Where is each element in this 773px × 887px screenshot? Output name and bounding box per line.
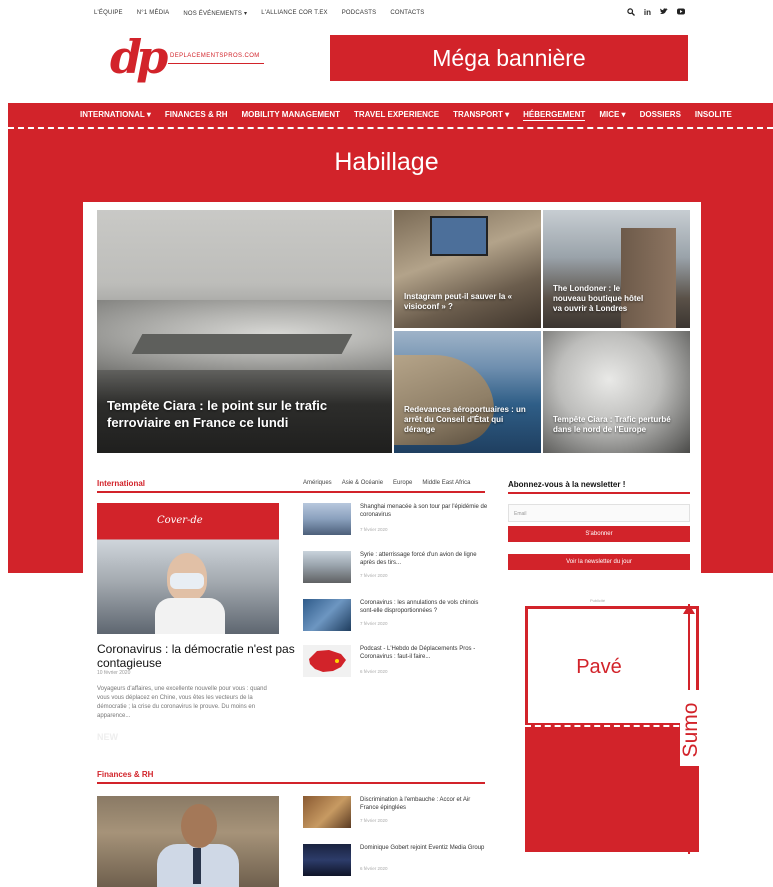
filter-middle-east-africa[interactable]: Middle East Africa	[422, 480, 470, 486]
mega-banner-label: Méga bannière	[432, 44, 586, 71]
nurse-coat-image	[155, 598, 225, 634]
list-item[interactable]: Coronavirus : les annulations de vols ch…	[303, 599, 488, 631]
hero-londoner-title: The Londoner : le nouveau boutique hôtel…	[553, 284, 644, 313]
menu-item-finances[interactable]: Finances & RH	[165, 110, 228, 121]
menu-item-hebergement[interactable]: Hébergement	[523, 110, 586, 121]
menu-item-mobility[interactable]: Mobility Management	[242, 110, 341, 121]
hero-redevances-title: Redevances aéroportuaires : un arrêt du …	[404, 405, 526, 434]
pave-ad-label: Pavé	[576, 656, 622, 678]
menu-item-insolite[interactable]: Insolite	[695, 110, 732, 121]
featured-article-title[interactable]: Coronavirus : la démocratie n'est pas co…	[97, 642, 297, 670]
top-link-evenements[interactable]: Nos événements ▾	[183, 10, 247, 17]
section-underline-international	[97, 491, 485, 493]
pier-image	[131, 334, 353, 354]
section-title-finances[interactable]: Finances & RH	[97, 770, 153, 779]
list-item-title: Discrimination à l'embauche : Accor et A…	[360, 797, 471, 811]
list-item-date: 6 février 2020	[360, 669, 388, 674]
newsletter-underline	[508, 492, 690, 494]
filter-asie-oceanie[interactable]: Asie & Océanie	[342, 480, 383, 486]
list-item[interactable]: Discrimination à l'embauche : Accor et A…	[303, 796, 488, 828]
youtube-icon[interactable]	[677, 8, 685, 18]
section-underline-finances	[97, 782, 485, 784]
menu-item-travel[interactable]: Travel Experience	[354, 110, 439, 121]
social-icons: in	[627, 8, 685, 18]
sumo-ad-label: Sumo	[679, 702, 702, 758]
top-link-equipe[interactable]: L'équipe	[94, 10, 123, 17]
list-item[interactable]: Dominique Gobert rejoint Eventiz Media G…	[303, 844, 488, 876]
top-link-contacts[interactable]: Contacts	[390, 10, 424, 17]
list-item-date: 6 février 2020	[360, 866, 388, 871]
top-link-podcasts[interactable]: Podcasts	[342, 10, 377, 17]
arrow-down-icon	[683, 844, 695, 854]
hero-instagram-title: Instagram peut-il sauver la « visioconf …	[404, 292, 513, 311]
logo-mark: dp	[110, 30, 168, 84]
top-link-media[interactable]: N°1 Média	[137, 10, 170, 17]
newsletter-email-input[interactable]: Email	[508, 504, 690, 522]
view-newsletter-button[interactable]: Voir la newsletter du jour	[508, 554, 690, 570]
hero-article-redevances[interactable]: Redevances aéroportuaires : un arrêt du …	[394, 331, 541, 453]
main-menu: International ▾ Finances & RH Mobility M…	[8, 103, 773, 126]
list-item[interactable]: Syrie : atterrissage forcé d'un avion de…	[303, 551, 488, 583]
arrow-up-icon	[683, 604, 695, 614]
newsletter-title: Abonnez-vous à la newsletter !	[508, 480, 626, 489]
habillage-label: Habillage	[334, 148, 439, 176]
syria-city-thumbnail	[303, 551, 351, 583]
filter-europe[interactable]: Europe	[393, 480, 412, 486]
list-item-date: 7 février 2020	[360, 527, 388, 532]
list-item-title: Shanghai menacée à son tour par l'épidém…	[360, 504, 488, 518]
discrimination-thumbnail	[303, 796, 351, 828]
section-title-international[interactable]: International	[97, 479, 145, 488]
hero-tempete-europe-title: Tempête Ciara : Trafic perturbé dans le …	[553, 415, 671, 434]
logo-domain: DEPLACEMENTSPROS.COM	[170, 53, 260, 59]
site-logo[interactable]: dp DEPLACEMENTSPROS.COM	[110, 30, 270, 88]
hero-article-londoner[interactable]: The Londoner : le nouveau boutique hôtel…	[543, 210, 690, 328]
logo-underline	[168, 63, 264, 64]
video-call-screen-image	[430, 216, 488, 256]
ad-label: Publicité	[590, 598, 606, 603]
hero-article-tempete-europe[interactable]: Tempête Ciara : Trafic perturbé dans le …	[543, 331, 690, 453]
menu-item-dossiers[interactable]: Dossiers	[640, 110, 681, 121]
man-tie-image	[193, 848, 201, 884]
filter-ameriques[interactable]: Amériques	[303, 480, 332, 486]
shanghai-thumbnail	[303, 503, 351, 535]
list-item-date: 7 février 2020	[360, 818, 388, 823]
airport-board-thumbnail	[303, 599, 351, 631]
featured-article-excerpt: Voyageurs d'affaires, une excellente nou…	[97, 686, 267, 719]
hero-main-article[interactable]: Tempête Ciara : le point sur le trafic f…	[97, 210, 392, 453]
menu-item-mice[interactable]: MICE ▾	[599, 110, 625, 121]
menu-item-transport[interactable]: Transport ▾	[453, 110, 509, 121]
twitter-icon[interactable]	[660, 8, 668, 18]
search-icon[interactable]	[627, 8, 635, 18]
top-navigation: L'équipe N°1 Média Nos événements ▾ L'al…	[0, 0, 773, 30]
list-item-title: Syrie : atterrissage forcé d'un avion de…	[360, 552, 477, 566]
featured-article-date: 10 février 2020	[97, 670, 131, 676]
menu-item-international[interactable]: International ▾	[80, 110, 151, 121]
finances-featured-image[interactable]	[97, 796, 279, 887]
man-head-image	[181, 804, 217, 848]
hero-article-instagram[interactable]: Instagram peut-il sauver la « visioconf …	[394, 210, 541, 328]
top-link-alliance[interactable]: L'alliance COR T.EX	[261, 10, 328, 17]
list-item-title: Podcast - L'Hebdo de Déplacements Pros -…	[360, 646, 476, 660]
china-map-thumbnail	[303, 645, 351, 677]
subscribe-button[interactable]: S'abonner	[508, 526, 690, 542]
list-item-date: 7 février 2020	[360, 621, 388, 626]
list-item-title: Dominique Gobert rejoint Eventiz Media G…	[360, 845, 485, 851]
list-item[interactable]: Podcast - L'Hebdo de Déplacements Pros -…	[303, 645, 488, 677]
top-links: L'équipe N°1 Média Nos événements ▾ L'al…	[94, 10, 425, 17]
featured-article-image[interactable]: Cover-de	[97, 503, 279, 634]
list-item[interactable]: Shanghai menacée à son tour par l'épidém…	[303, 503, 488, 535]
content-top-dashed-line	[83, 202, 701, 204]
pave-dashed-line	[525, 725, 699, 727]
hero-main-title: Tempête Ciara : le point sur le trafic f…	[107, 398, 328, 430]
list-item-title: Coronavirus : les annulations de vols ch…	[360, 600, 479, 614]
event-stage-thumbnail	[303, 844, 351, 876]
cover-brand: Cover-de	[157, 515, 203, 526]
linkedin-icon[interactable]: in	[644, 8, 651, 18]
habillage-top-dashed-line	[8, 127, 773, 129]
international-filters: Amériques Asie & Océanie Europe Middle E…	[303, 480, 470, 486]
mega-banner-ad[interactable]: Méga bannière	[330, 35, 688, 81]
featured-article-badge: NEW	[97, 732, 118, 742]
face-mask-image	[170, 573, 204, 589]
list-item-date: 7 février 2020	[360, 573, 388, 578]
